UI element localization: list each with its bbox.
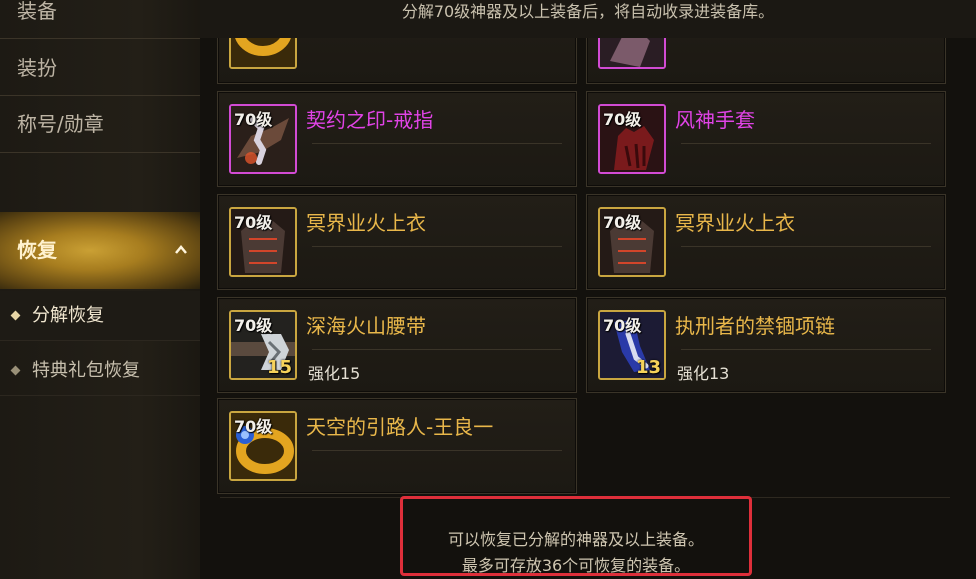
enhance-text: 强化15 bbox=[308, 364, 361, 383]
item-level-badge: 70级 bbox=[234, 417, 273, 436]
item-name: 执刑者的禁锢项链 bbox=[675, 314, 835, 338]
item-name: 契约之印-戒指 bbox=[306, 108, 434, 132]
equipment-card[interactable]: 70级 冥界业火上衣 bbox=[217, 194, 577, 290]
item-level-badge: 70级 bbox=[234, 316, 273, 335]
gauntlet-icon bbox=[600, 38, 664, 67]
item-slot bbox=[229, 38, 297, 69]
item-name: 天空的引路人-王良一 bbox=[306, 415, 494, 439]
item-slot: 70级 bbox=[598, 207, 666, 277]
recoverable-equipment-grid[interactable]: 70级 契约之印-戒指 70级 风神手套 70级 冥界业火上衣 70级 冥界业火… bbox=[200, 38, 976, 498]
item-slot: 70级 bbox=[598, 104, 666, 174]
card-divider bbox=[312, 143, 562, 144]
sidebar-item-avatar[interactable]: 装扮 bbox=[0, 40, 200, 96]
card-divider bbox=[681, 246, 931, 247]
item-level-badge: 70级 bbox=[603, 213, 642, 232]
recovery-info-box: 可以恢复已分解的神器及以上装备。 最多可存放36个可恢复的装备。 bbox=[400, 496, 752, 576]
sidebar-item-label: 称号/勋章 bbox=[17, 112, 104, 136]
info-text-line1: 可以恢复已分解的神器及以上装备。 bbox=[447, 530, 704, 549]
sidebar-subitem-package-recovery[interactable]: 特典礼包恢复 bbox=[0, 346, 200, 396]
equipment-recovery-screen: 装备 装扮 称号/勋章 恢复 分解恢复 特典礼包恢复 分解70级神器及以上装备后… bbox=[0, 0, 976, 579]
ring-icon bbox=[231, 38, 295, 67]
item-level-badge: 70级 bbox=[603, 110, 642, 129]
item-name: 冥界业火上衣 bbox=[675, 211, 795, 235]
item-slot bbox=[598, 38, 666, 69]
item-slot: 70级 bbox=[229, 207, 297, 277]
sidebar-item-label: 装扮 bbox=[17, 56, 57, 80]
card-divider bbox=[312, 246, 562, 247]
sidebar-item-equipment[interactable]: 装备 bbox=[0, 0, 200, 39]
enhance-text: 强化13 bbox=[677, 364, 730, 383]
item-slot: 70级 15 bbox=[229, 310, 297, 380]
item-name: 风神手套 bbox=[675, 108, 755, 132]
sidebar-item-recovery[interactable]: 恢复 bbox=[0, 212, 200, 289]
equipment-card[interactable]: 70级 冥界业火上衣 bbox=[586, 194, 946, 290]
info-text-line2: 最多可存放36个可恢复的装备。 bbox=[461, 556, 691, 575]
equipment-card-partial[interactable] bbox=[586, 38, 946, 84]
card-divider bbox=[681, 349, 931, 350]
enhance-level-badge: 13 bbox=[635, 357, 661, 378]
enhance-level-badge: 15 bbox=[266, 357, 292, 378]
card-divider bbox=[681, 143, 931, 144]
card-divider bbox=[312, 349, 562, 350]
equipment-card[interactable]: 70级 风神手套 bbox=[586, 91, 946, 187]
equipment-card[interactable]: 70级 天空的引路人-王良一 bbox=[217, 398, 577, 494]
sidebar-subitem-disassemble-recovery[interactable]: 分解恢复 bbox=[0, 291, 200, 341]
item-level-badge: 70级 bbox=[234, 110, 273, 129]
diamond-bullet-icon bbox=[10, 365, 21, 376]
equipment-card[interactable]: 70级 15 深海火山腰带 强化15 bbox=[217, 297, 577, 393]
equipment-card[interactable]: 70级 13 执刑者的禁锢项链 强化13 bbox=[586, 297, 946, 393]
notice-text: 分解70级神器及以上装备后，将自动收录进装备库。 bbox=[401, 2, 775, 21]
chevron-up-icon bbox=[175, 245, 187, 254]
item-slot: 70级 bbox=[229, 411, 297, 481]
sidebar-item-titles-medals[interactable]: 称号/勋章 bbox=[0, 96, 200, 153]
sidebar-subitem-label: 特典礼包恢复 bbox=[32, 360, 140, 381]
sidebar-subitem-label: 分解恢复 bbox=[32, 305, 104, 326]
card-divider bbox=[312, 450, 562, 451]
equipment-card[interactable]: 70级 契约之印-戒指 bbox=[217, 91, 577, 187]
item-name: 深海火山腰带 bbox=[306, 314, 426, 338]
item-level-badge: 70级 bbox=[234, 213, 273, 232]
item-slot: 70级 13 bbox=[598, 310, 666, 380]
notice-banner: 分解70级神器及以上装备后，将自动收录进装备库。 bbox=[200, 0, 976, 38]
sidebar-item-label: 恢复 bbox=[17, 238, 57, 262]
item-level-badge: 70级 bbox=[603, 316, 642, 335]
equipment-card-partial[interactable] bbox=[217, 38, 577, 84]
sidebar-item-label: 装备 bbox=[17, 0, 57, 23]
item-name: 冥界业火上衣 bbox=[306, 211, 426, 235]
item-slot: 70级 bbox=[229, 104, 297, 174]
diamond-bullet-icon bbox=[10, 310, 21, 321]
sidebar: 装备 装扮 称号/勋章 恢复 分解恢复 特典礼包恢复 bbox=[0, 0, 200, 579]
